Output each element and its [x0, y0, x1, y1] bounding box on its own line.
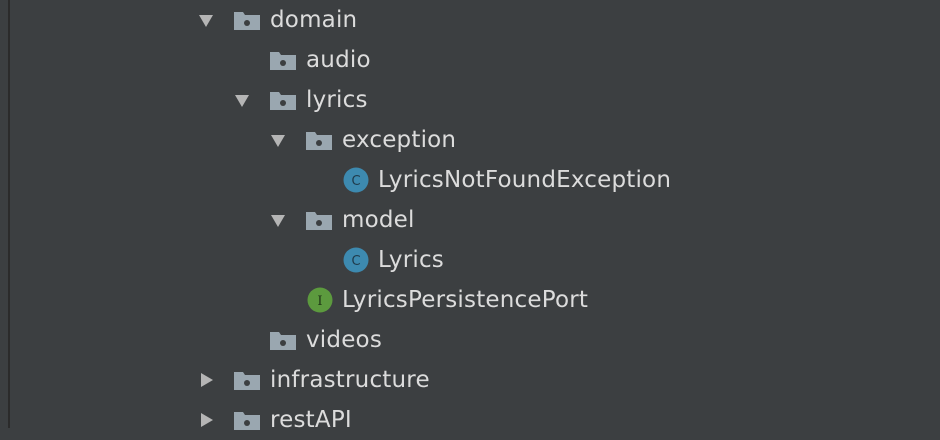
tree-item-label: LyricsPersistencePort: [342, 287, 589, 313]
package-folder-icon: [270, 52, 296, 70]
chevron-down-icon[interactable]: [198, 12, 214, 28]
chevron-down-icon[interactable]: [234, 92, 250, 108]
tree-item-label: model: [342, 207, 415, 233]
package-folder-icon: [306, 212, 332, 230]
project-tree-panel: domain audio lyrics exception C LyricsNo…: [0, 0, 940, 433]
package-folder-icon: [234, 12, 260, 30]
tree-item-label: LyricsNotFoundException: [378, 167, 672, 193]
class-icon: C: [343, 167, 369, 193]
class-badge-letter: C: [351, 174, 360, 189]
chevron-right-icon[interactable]: [198, 412, 214, 428]
tree-item-exception[interactable]: exception: [0, 120, 940, 160]
package-folder-icon: [270, 92, 296, 110]
tree-item-audio[interactable]: audio: [0, 40, 940, 80]
tree-item-label: restAPI: [270, 407, 352, 433]
tree-item-label: domain: [270, 7, 358, 33]
tree-item-label: Lyrics: [378, 247, 444, 273]
tree-item-lyrics[interactable]: lyrics: [0, 80, 940, 120]
tree-item-lyricspersistenceport[interactable]: I LyricsPersistencePort: [0, 280, 940, 320]
tree-item-model[interactable]: model: [0, 200, 940, 240]
package-folder-icon: [270, 332, 296, 350]
tree-item-label: infrastructure: [270, 367, 430, 393]
tree-item-lyrics-class[interactable]: C Lyrics: [0, 240, 940, 280]
interface-icon: I: [307, 287, 333, 313]
tree-item-domain[interactable]: domain: [0, 0, 940, 40]
tree-item-label: exception: [342, 127, 457, 153]
class-icon: C: [343, 247, 369, 273]
interface-badge-letter: I: [317, 294, 322, 309]
chevron-right-icon[interactable]: [198, 372, 214, 388]
tree-item-label: videos: [306, 327, 383, 353]
tree-item-lyricsnotfoundexception[interactable]: C LyricsNotFoundException: [0, 160, 940, 200]
tree-item-label: lyrics: [306, 87, 368, 113]
package-folder-icon: [234, 412, 260, 430]
class-badge-letter: C: [351, 254, 360, 269]
chevron-down-icon[interactable]: [270, 212, 286, 228]
tree-item-restapi[interactable]: restAPI: [0, 400, 940, 440]
tree-item-videos[interactable]: videos: [0, 320, 940, 360]
chevron-down-icon[interactable]: [270, 132, 286, 148]
package-folder-icon: [306, 132, 332, 150]
tree-item-infrastructure[interactable]: infrastructure: [0, 360, 940, 400]
package-folder-icon: [234, 372, 260, 390]
tree-item-label: audio: [306, 47, 371, 73]
